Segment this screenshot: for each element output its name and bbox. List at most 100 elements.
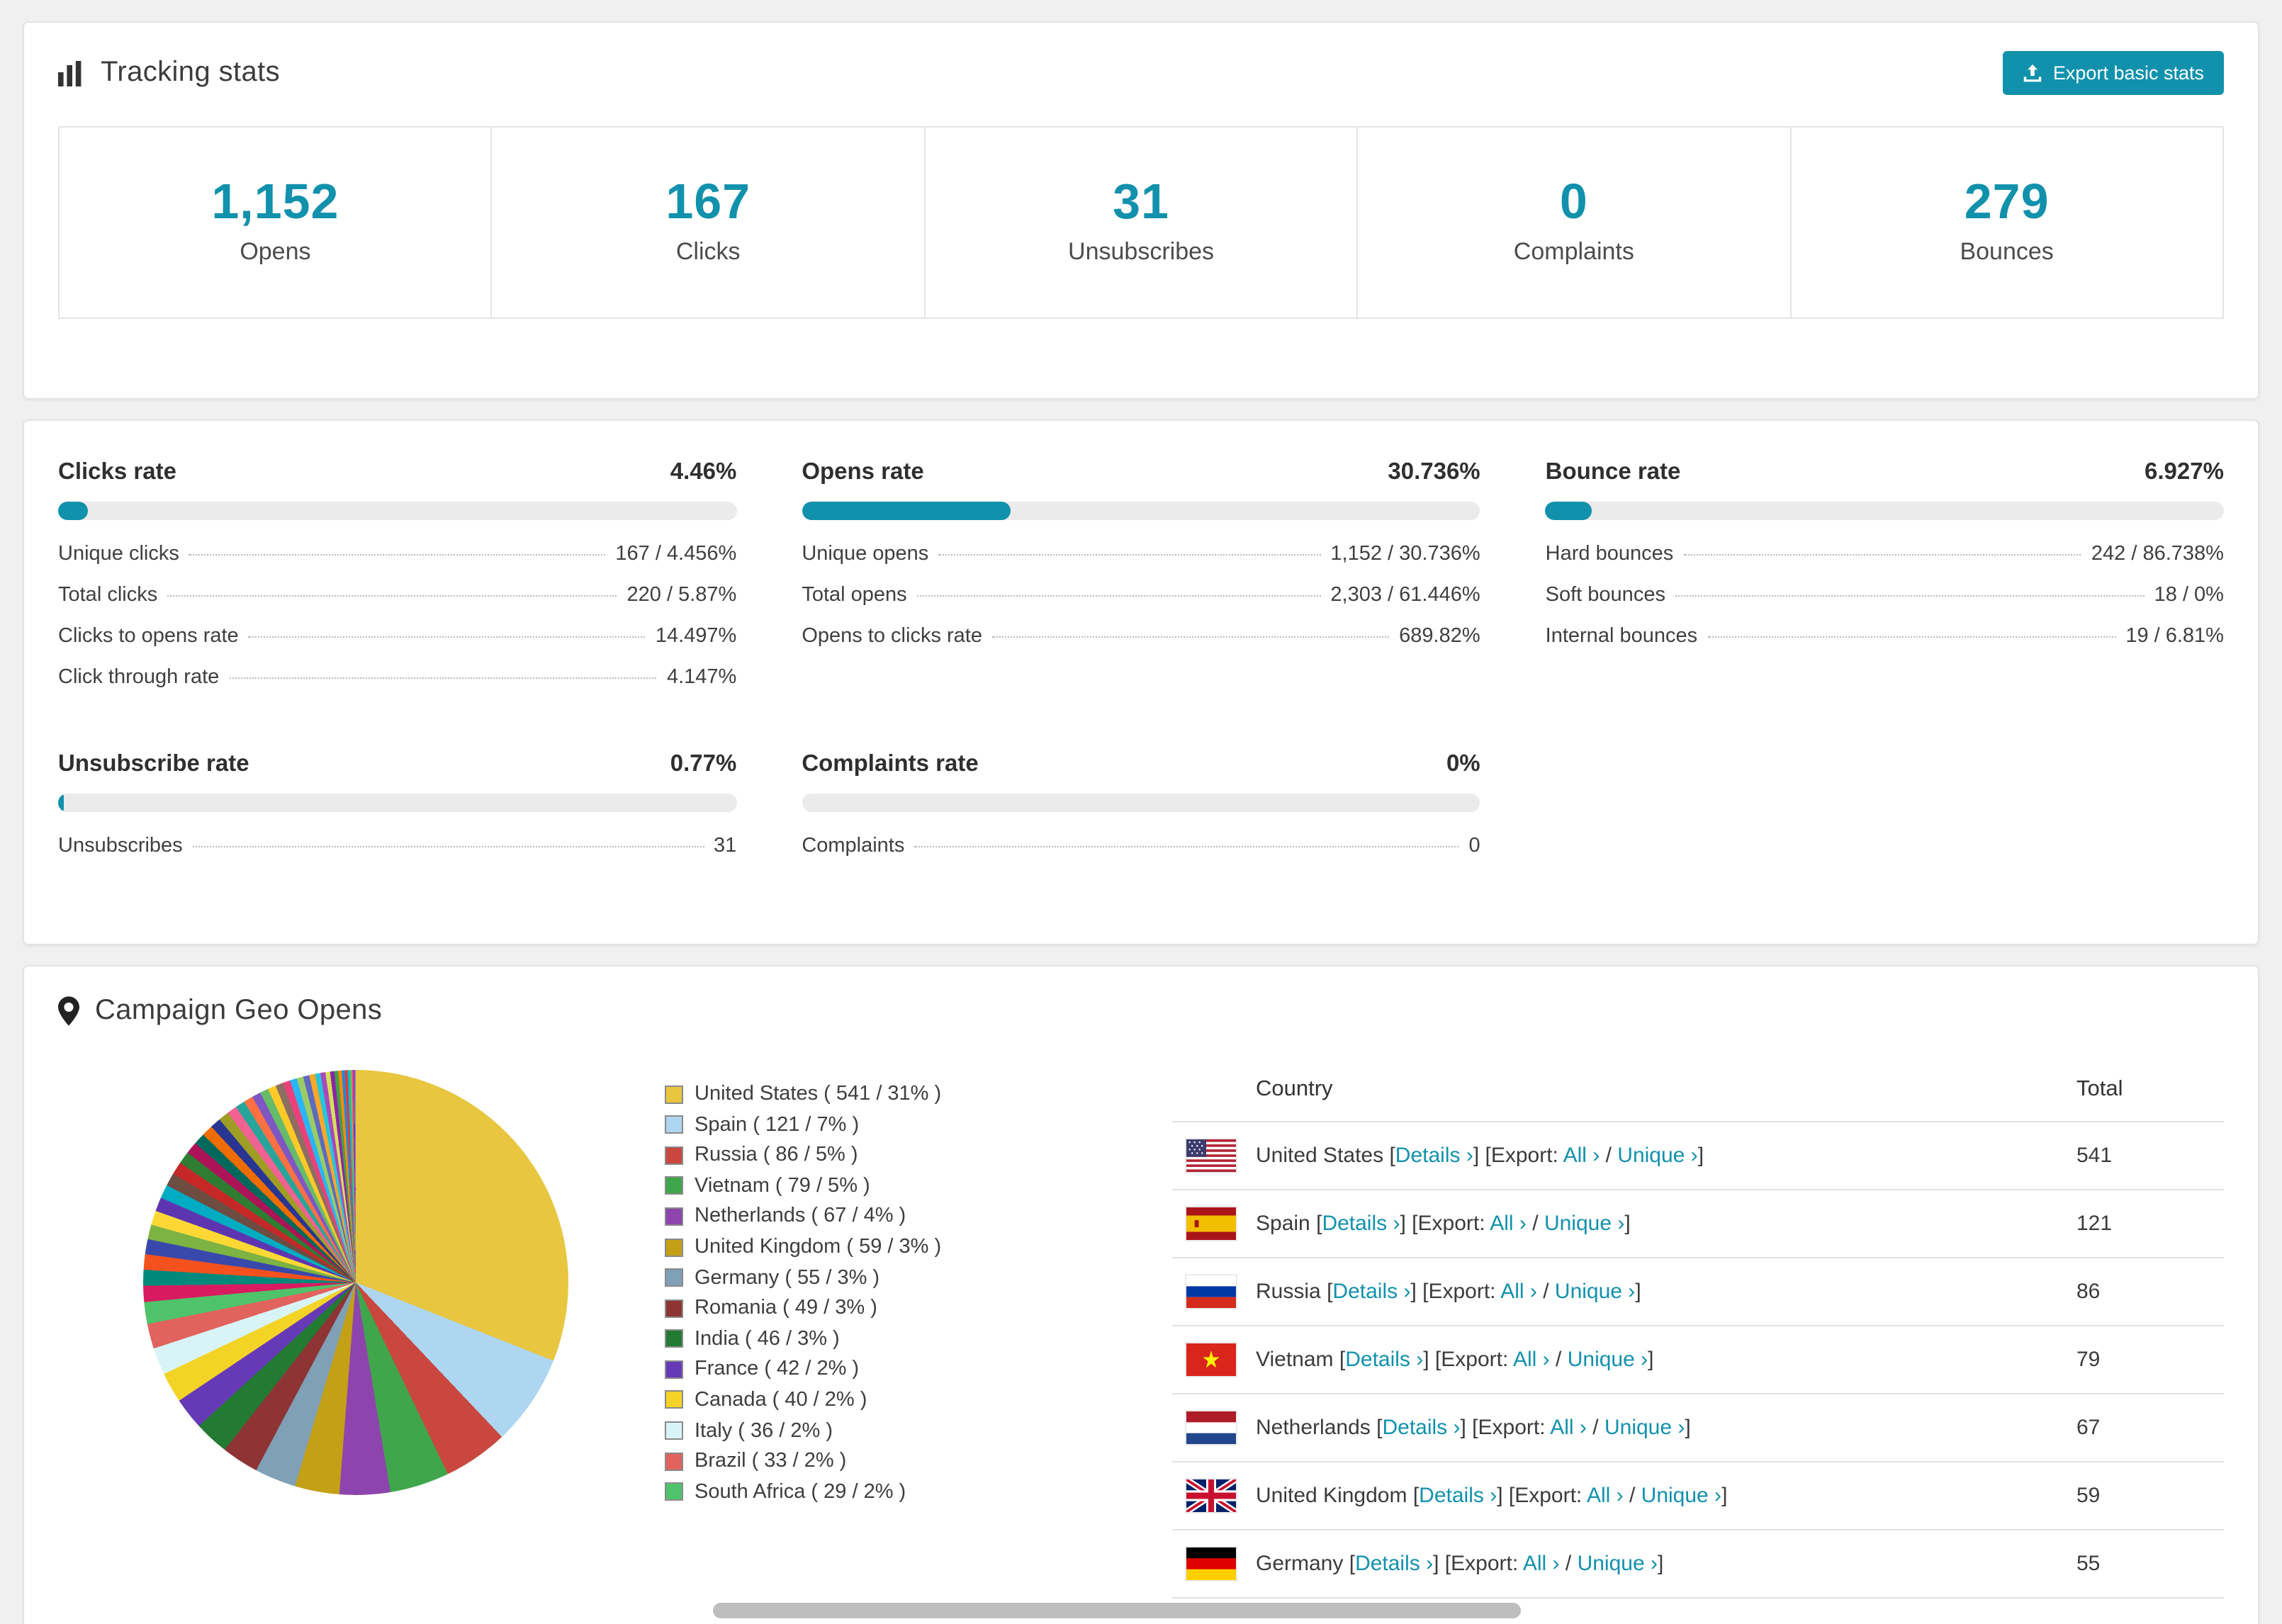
rate-head: Bounce rate 6.927% (1546, 460, 2224, 487)
geo-table-row: Russia [Details ›] [Export: All › / Uniq… (1172, 1258, 2224, 1327)
legend-swatch (665, 1176, 683, 1195)
export-all-link[interactable]: All › (1587, 1484, 1624, 1509)
export-unique-link[interactable]: Unique › (1568, 1348, 1648, 1372)
legend-swatch (665, 1482, 683, 1501)
export-label: Export: (1478, 1416, 1551, 1440)
geo-content: United States ( 541 / 31% ) Spain ( 121 … (24, 1051, 2258, 1624)
export-unique-link[interactable]: Unique › (1578, 1552, 1658, 1577)
rate-progress-fill (58, 502, 89, 521)
legend-swatch (665, 1329, 683, 1348)
export-unique-link[interactable]: Unique › (1544, 1212, 1624, 1236)
export-basic-stats-button[interactable]: Export basic stats (2003, 51, 2224, 95)
rate-row: Total opens 2,303 / 61.446% (802, 575, 1480, 616)
rate-row-label: Total clicks (58, 584, 158, 607)
country-flag-icon (1186, 1207, 1236, 1241)
dashboard-page: Tracking stats Export basic stats 1,152 … (0, 0, 2282, 1624)
rate-progress-track (802, 502, 1480, 521)
legend-item[interactable]: Vietnam ( 79 / 5% ) (665, 1171, 1002, 1201)
rate-row-value: 689.82% (1399, 625, 1480, 648)
details-link[interactable]: Details › (1355, 1552, 1433, 1577)
rate-rows: Hard bounces 242 / 86.738% Soft bounces … (1546, 534, 2224, 657)
legend-swatch (665, 1390, 683, 1409)
legend-swatch (665, 1146, 683, 1165)
legend-item[interactable]: Germany ( 55 / 3% ) (665, 1263, 1002, 1293)
details-link[interactable]: Details › (1345, 1348, 1423, 1372)
legend-item[interactable]: Spain ( 121 / 7% ) (665, 1110, 1002, 1140)
rate-row: Click through rate 4.147% (58, 657, 736, 698)
rate-row-label: Hard bounces (1545, 543, 1674, 566)
legend-item[interactable]: Italy ( 36 / 2% ) (665, 1416, 1002, 1446)
rate-row-value: 0 (1468, 835, 1480, 858)
legend-item[interactable]: India ( 46 / 3% ) (665, 1324, 1002, 1354)
rate-row-value: 18 / 0% (2154, 584, 2224, 607)
rate-progress-track (802, 794, 1480, 813)
legend-item[interactable]: Canada ( 40 / 2% ) (665, 1385, 1002, 1415)
rate-panel: Clicks rate 4.46% Unique clicks 167 / 4.… (58, 460, 737, 698)
export-all-link[interactable]: All › (1513, 1348, 1550, 1372)
country-total: 79 (2065, 1326, 2224, 1395)
legend-item[interactable]: France ( 42 / 2% ) (665, 1354, 1002, 1385)
legend-item[interactable]: Russia ( 86 / 5% ) (665, 1140, 1002, 1171)
details-link[interactable]: Details › (1395, 1144, 1473, 1168)
rate-row-label: Unsubscribes (58, 835, 183, 858)
details-link[interactable]: Details › (1419, 1484, 1497, 1509)
details-link[interactable]: Details › (1322, 1212, 1400, 1236)
geo-opens-title: Campaign Geo Opens (95, 995, 383, 1027)
rate-title: Unsubscribe rate (58, 751, 249, 777)
geo-opens-card: Campaign Geo Opens United States ( 541 /… (23, 965, 2259, 1624)
legend-item[interactable]: United Kingdom ( 59 / 3% ) (665, 1231, 1002, 1262)
rate-row: Unique clicks 167 / 4.456% (58, 534, 736, 575)
legend-swatch (665, 1207, 683, 1226)
rate-row-label: Soft bounces (1545, 584, 1665, 607)
export-all-link[interactable]: All › (1490, 1212, 1527, 1236)
dotted-leader (248, 636, 646, 638)
legend-label: Vietnam ( 79 / 5% ) (695, 1174, 870, 1197)
details-link[interactable]: Details › (1382, 1416, 1460, 1440)
dotted-leader (1683, 554, 2081, 556)
legend-item[interactable]: South Africa ( 29 / 2% ) (665, 1477, 1002, 1507)
legend-item[interactable]: Romania ( 49 / 3% ) (665, 1293, 1002, 1324)
rate-row: Unique opens 1,152 / 30.736% (802, 534, 1480, 575)
legend-item[interactable]: Netherlands ( 67 / 4% ) (665, 1201, 1002, 1231)
country-total: 86 (2065, 1258, 2224, 1327)
geo-opens-header: Campaign Geo Opens (24, 967, 2258, 1051)
country-links: [Details ›] [Export: All › / Unique ›] (1412, 1484, 1728, 1509)
export-label: Export: (1451, 1552, 1523, 1577)
export-all-link[interactable]: All › (1500, 1280, 1537, 1304)
rate-title: Opens rate (802, 459, 924, 485)
export-all-link[interactable]: All › (1523, 1552, 1560, 1577)
dotted-leader (229, 677, 657, 680)
export-all-link[interactable]: All › (1550, 1416, 1587, 1440)
export-label: Export: (1514, 1484, 1587, 1509)
export-label: Export: (1417, 1212, 1490, 1236)
country-total: 59 (2065, 1462, 2224, 1531)
geo-pie-chart[interactable] (143, 1070, 568, 1496)
legend-item[interactable]: United States ( 541 / 31% ) (665, 1079, 1002, 1110)
total-column-header: Total (2065, 1059, 2224, 1123)
stats-row: 1,152 Opens 167 Clicks 31 Unsubscribes 0… (58, 126, 2224, 320)
geo-table-wrap: Country Total United States [Details ›] … (1172, 1059, 2224, 1599)
stat-label: Complaints (1513, 238, 1634, 266)
rate-value: 0.77% (670, 751, 737, 777)
export-unique-link[interactable]: Unique › (1617, 1144, 1697, 1168)
horizontal-scrollbar-thumb[interactable] (713, 1603, 1521, 1618)
country-total: 67 (2065, 1394, 2224, 1463)
rate-panel: Unsubscribe rate 0.77% Unsubscribes 31 (58, 751, 737, 867)
export-unique-link[interactable]: Unique › (1641, 1484, 1721, 1509)
export-unique-link[interactable]: Unique › (1555, 1280, 1635, 1304)
geo-table-header-row: Country Total (1172, 1059, 2224, 1123)
stat-value: 1,152 (211, 174, 339, 230)
legend-item[interactable]: Brazil ( 33 / 2% ) (665, 1446, 1002, 1477)
details-link[interactable]: Details › (1332, 1280, 1410, 1304)
country-flag-icon (1186, 1547, 1236, 1581)
legend-label: South Africa ( 29 / 2% ) (695, 1480, 906, 1504)
country-links: [Details ›] [Export: All › / Unique ›] (1376, 1416, 1691, 1440)
rate-panel: Complaints rate 0% Complaints 0 (802, 752, 1480, 867)
rate-row-label: Click through rate (58, 666, 220, 689)
rate-title: Complaints rate (802, 751, 979, 777)
country-links: [Details ›] [Export: All › / Unique ›] (1349, 1552, 1664, 1577)
export-unique-link[interactable]: Unique › (1604, 1416, 1685, 1440)
export-all-link[interactable]: All › (1563, 1144, 1600, 1168)
rate-row-value: 19 / 6.81% (2125, 625, 2224, 648)
country-flag-icon (1186, 1275, 1236, 1309)
